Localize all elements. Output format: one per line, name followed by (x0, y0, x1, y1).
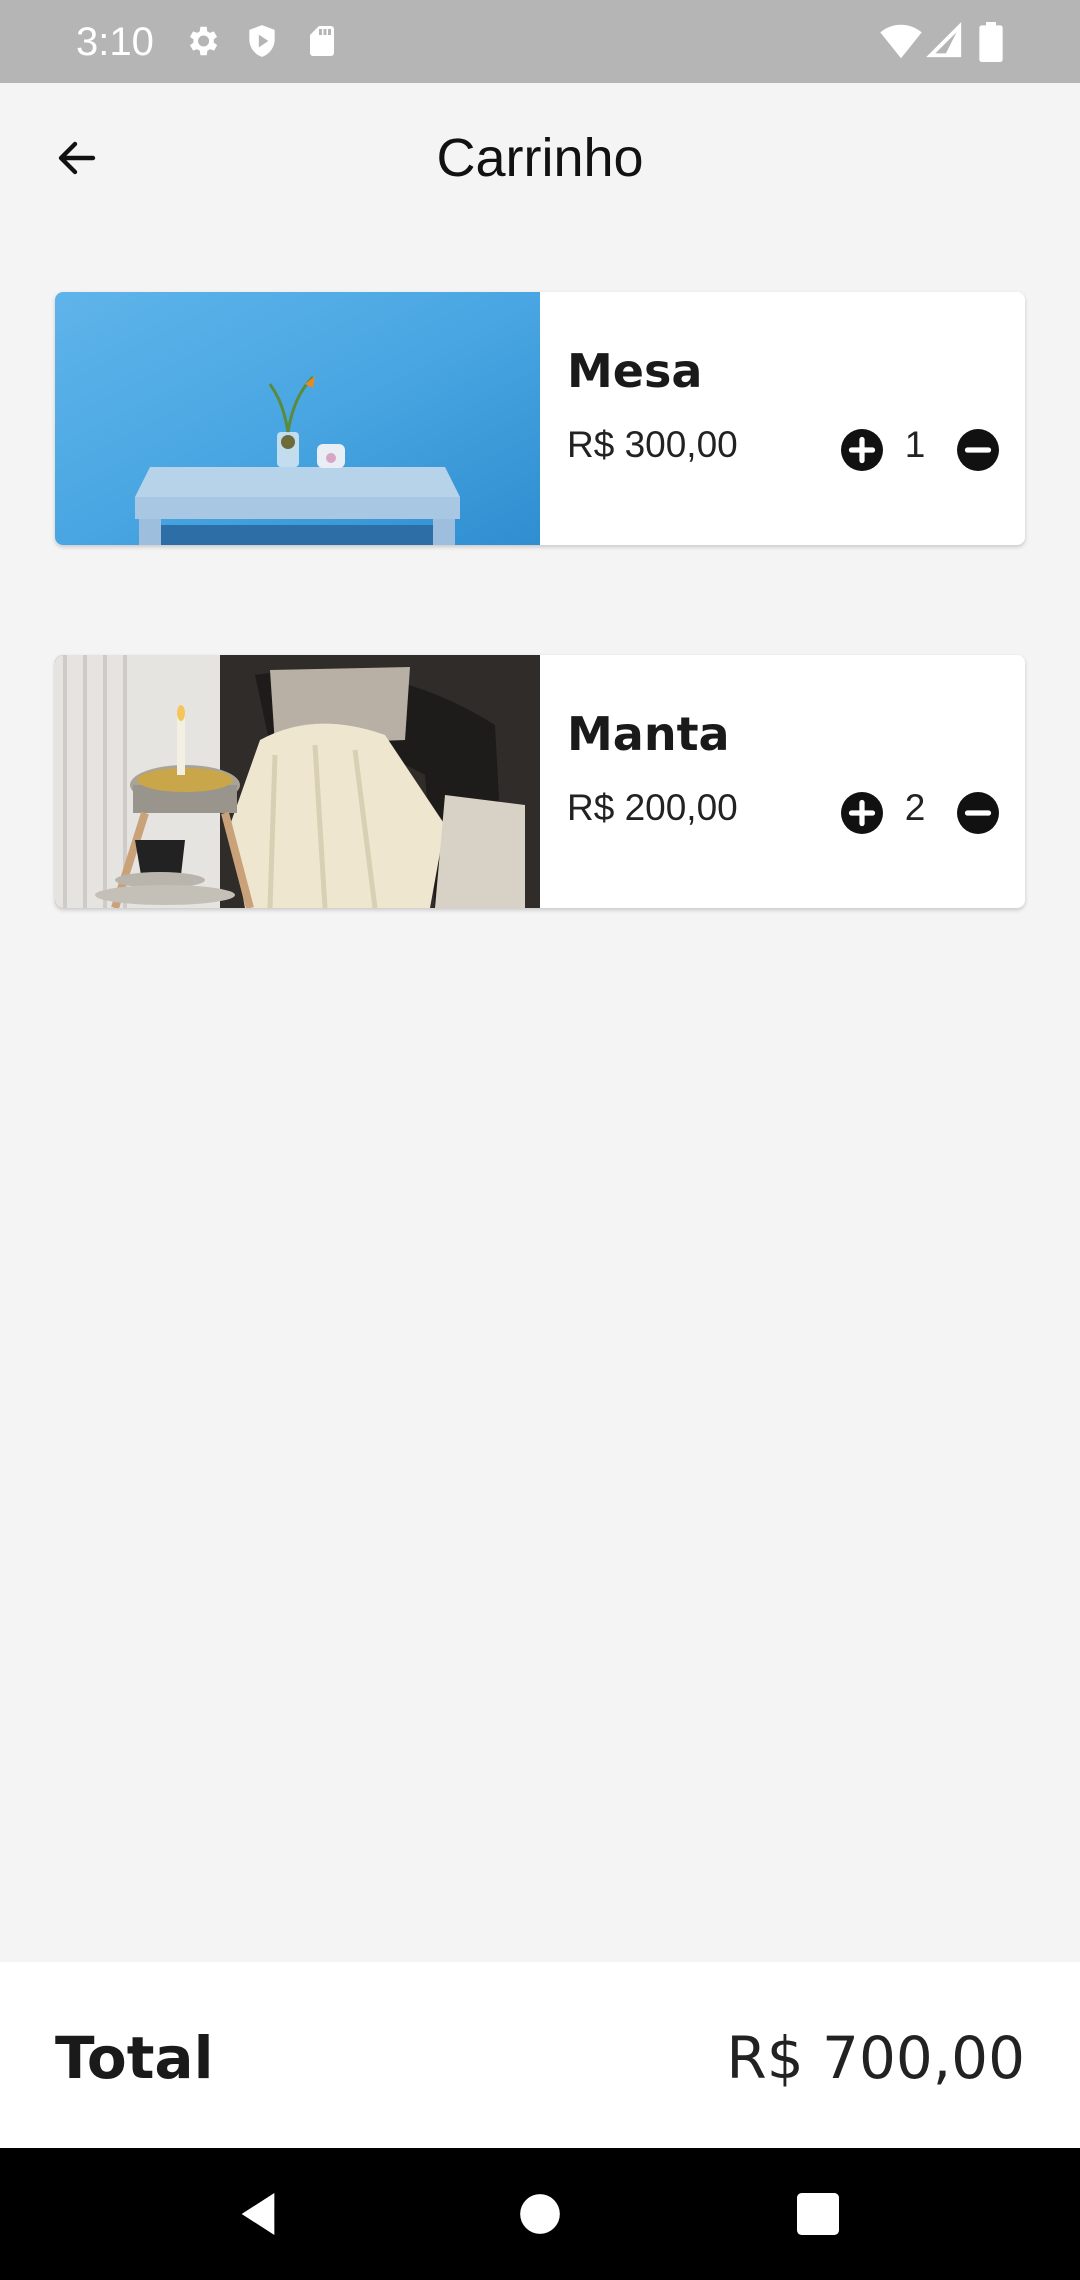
total-label: Total (55, 2024, 214, 2092)
signal-icon (926, 22, 964, 65)
decrease-quantity-button[interactable] (957, 792, 999, 834)
cart-item: Mesa R$ 300,00 1 (55, 292, 1025, 545)
wifi-icon (880, 22, 922, 65)
item-price: R$ 200,00 (567, 787, 738, 828)
item-name: Mesa (567, 344, 703, 398)
sd-card-icon (304, 22, 340, 65)
plus-circle-icon (841, 429, 883, 475)
battery-icon (978, 22, 1004, 67)
total-bar: Total R$ 700,00 (0, 1962, 1080, 2148)
status-bar: 3:10 (0, 0, 1080, 83)
total-value: R$ 700,00 (726, 2024, 1025, 2092)
item-price: R$ 300,00 (567, 424, 738, 465)
navigation-bar (0, 2148, 1080, 2280)
minus-circle-icon (957, 429, 999, 475)
nav-home-button[interactable] (512, 2186, 568, 2242)
item-name: Manta (567, 707, 730, 761)
nav-back-button[interactable] (230, 2186, 286, 2242)
app-bar: Carrinho (0, 83, 1080, 243)
nav-back-icon (230, 2193, 286, 2246)
item-quantity: 1 (904, 424, 926, 465)
product-image-mesa[interactable] (55, 292, 540, 545)
nav-home-icon (512, 2194, 568, 2246)
page-title: Carrinho (436, 128, 644, 188)
plus-circle-icon (841, 792, 883, 838)
nav-recents-button[interactable] (790, 2186, 846, 2242)
shield-icon (243, 22, 281, 65)
gear-icon (183, 22, 221, 65)
nav-recents-icon (790, 2193, 846, 2246)
decrease-quantity-button[interactable] (957, 429, 999, 471)
cart-item: Manta R$ 200,00 2 (55, 655, 1025, 908)
product-image-manta[interactable] (55, 655, 540, 908)
item-quantity: 2 (904, 787, 926, 828)
minus-circle-icon (957, 792, 999, 838)
status-time: 3:10 (76, 20, 154, 64)
increase-quantity-button[interactable] (841, 792, 883, 834)
increase-quantity-button[interactable] (841, 429, 883, 471)
